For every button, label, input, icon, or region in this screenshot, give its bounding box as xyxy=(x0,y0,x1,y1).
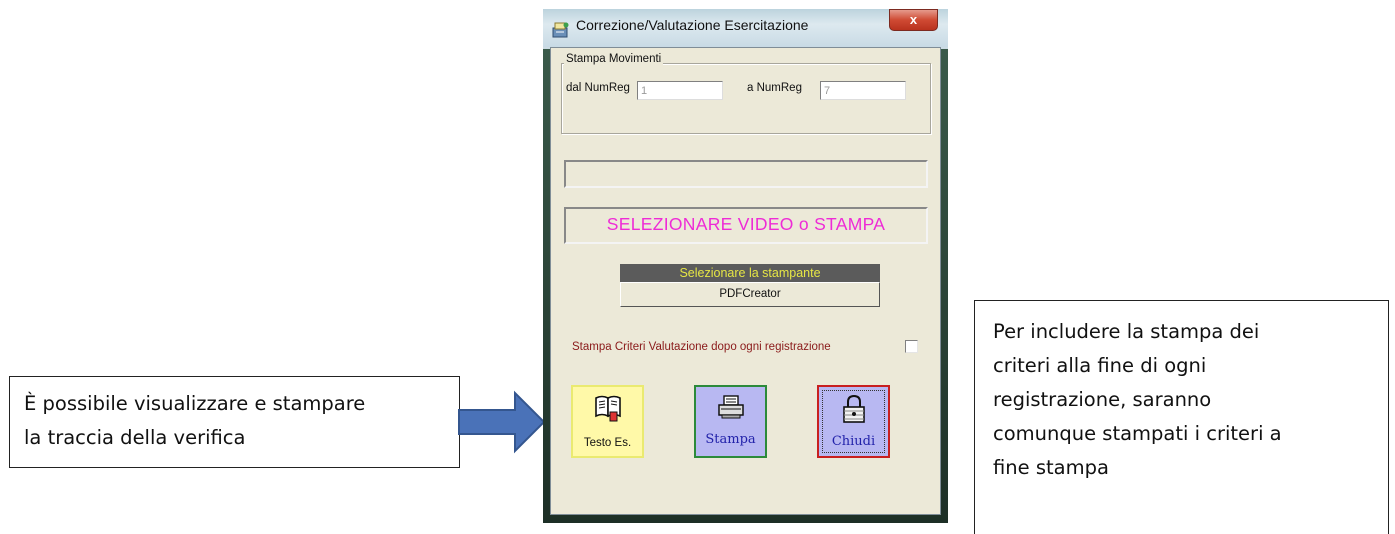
close-icon: x xyxy=(909,12,918,27)
group-legend: Stampa Movimenti xyxy=(564,53,664,65)
callout-right-line-2: criteri alla fine di ogni xyxy=(993,354,1207,377)
stampa-button[interactable]: Stampa xyxy=(694,385,767,458)
status-message: SELEZIONARE VIDEO o STAMPA xyxy=(564,207,928,244)
printer-select-header: Selezionare la stampante xyxy=(620,264,880,282)
callout-left-line-1: È possibile visualizzare e stampare xyxy=(24,392,366,415)
to-numreg-label: a NumReg xyxy=(747,82,802,94)
printer-select-button[interactable]: PDFCreator xyxy=(620,282,880,307)
criteri-checkbox-label: Stampa Criteri Valutazione dopo ogni reg… xyxy=(572,341,831,353)
criteri-checkbox[interactable] xyxy=(905,340,918,353)
stampa-label: Stampa xyxy=(705,432,756,447)
callout-left: È possibile visualizzare e stampare la t… xyxy=(9,376,460,468)
callout-right-line-1: Per includere la stampa dei xyxy=(993,320,1260,343)
close-button[interactable]: x xyxy=(889,9,938,31)
from-numreg-label: dal NumReg xyxy=(566,82,630,94)
app-icon xyxy=(552,22,569,38)
padlock-icon xyxy=(842,394,865,423)
book-icon xyxy=(594,395,621,422)
testo-es-label: Testo Es. xyxy=(583,437,632,449)
window-title: Correzione/Valutazione Esercitazione xyxy=(576,17,809,33)
callout-right-line-3: registrazione, saranno xyxy=(993,388,1212,411)
dialog-client-area: Stampa Movimenti dal NumReg 1 a NumReg 7… xyxy=(550,47,941,515)
callout-left-line-2: la traccia della verifica xyxy=(24,426,246,449)
dialog-window: Correzione/Valutazione Esercitazione x S… xyxy=(543,9,948,523)
testo-es-button[interactable]: Testo Es. xyxy=(571,385,644,458)
from-numreg-input[interactable]: 1 xyxy=(637,81,723,100)
callout-right-line-5: fine stampa xyxy=(993,456,1109,479)
callout-right-line-4: comunque stampati i criteri a xyxy=(993,422,1282,445)
chiudi-label: Chiudi xyxy=(831,434,876,449)
status-panel xyxy=(564,160,928,188)
printer-icon xyxy=(717,395,744,419)
to-numreg-input[interactable]: 7 xyxy=(820,81,906,100)
title-bar[interactable]: Correzione/Valutazione Esercitazione x xyxy=(543,9,948,47)
chiudi-button[interactable]: Chiudi xyxy=(817,385,890,458)
arrow-right-icon xyxy=(458,390,546,454)
callout-right: Per includere la stampa dei criteri alla… xyxy=(974,300,1389,534)
